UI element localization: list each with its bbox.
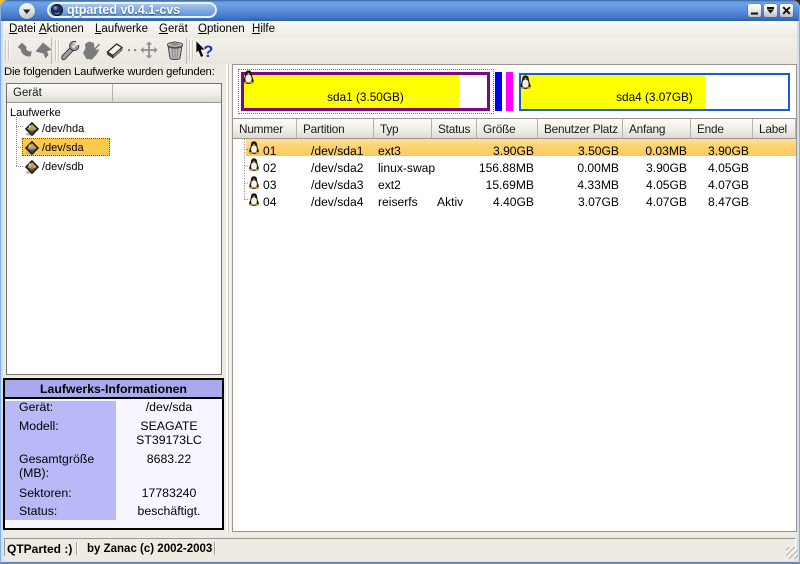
svg-text:?: ?: [203, 42, 213, 61]
